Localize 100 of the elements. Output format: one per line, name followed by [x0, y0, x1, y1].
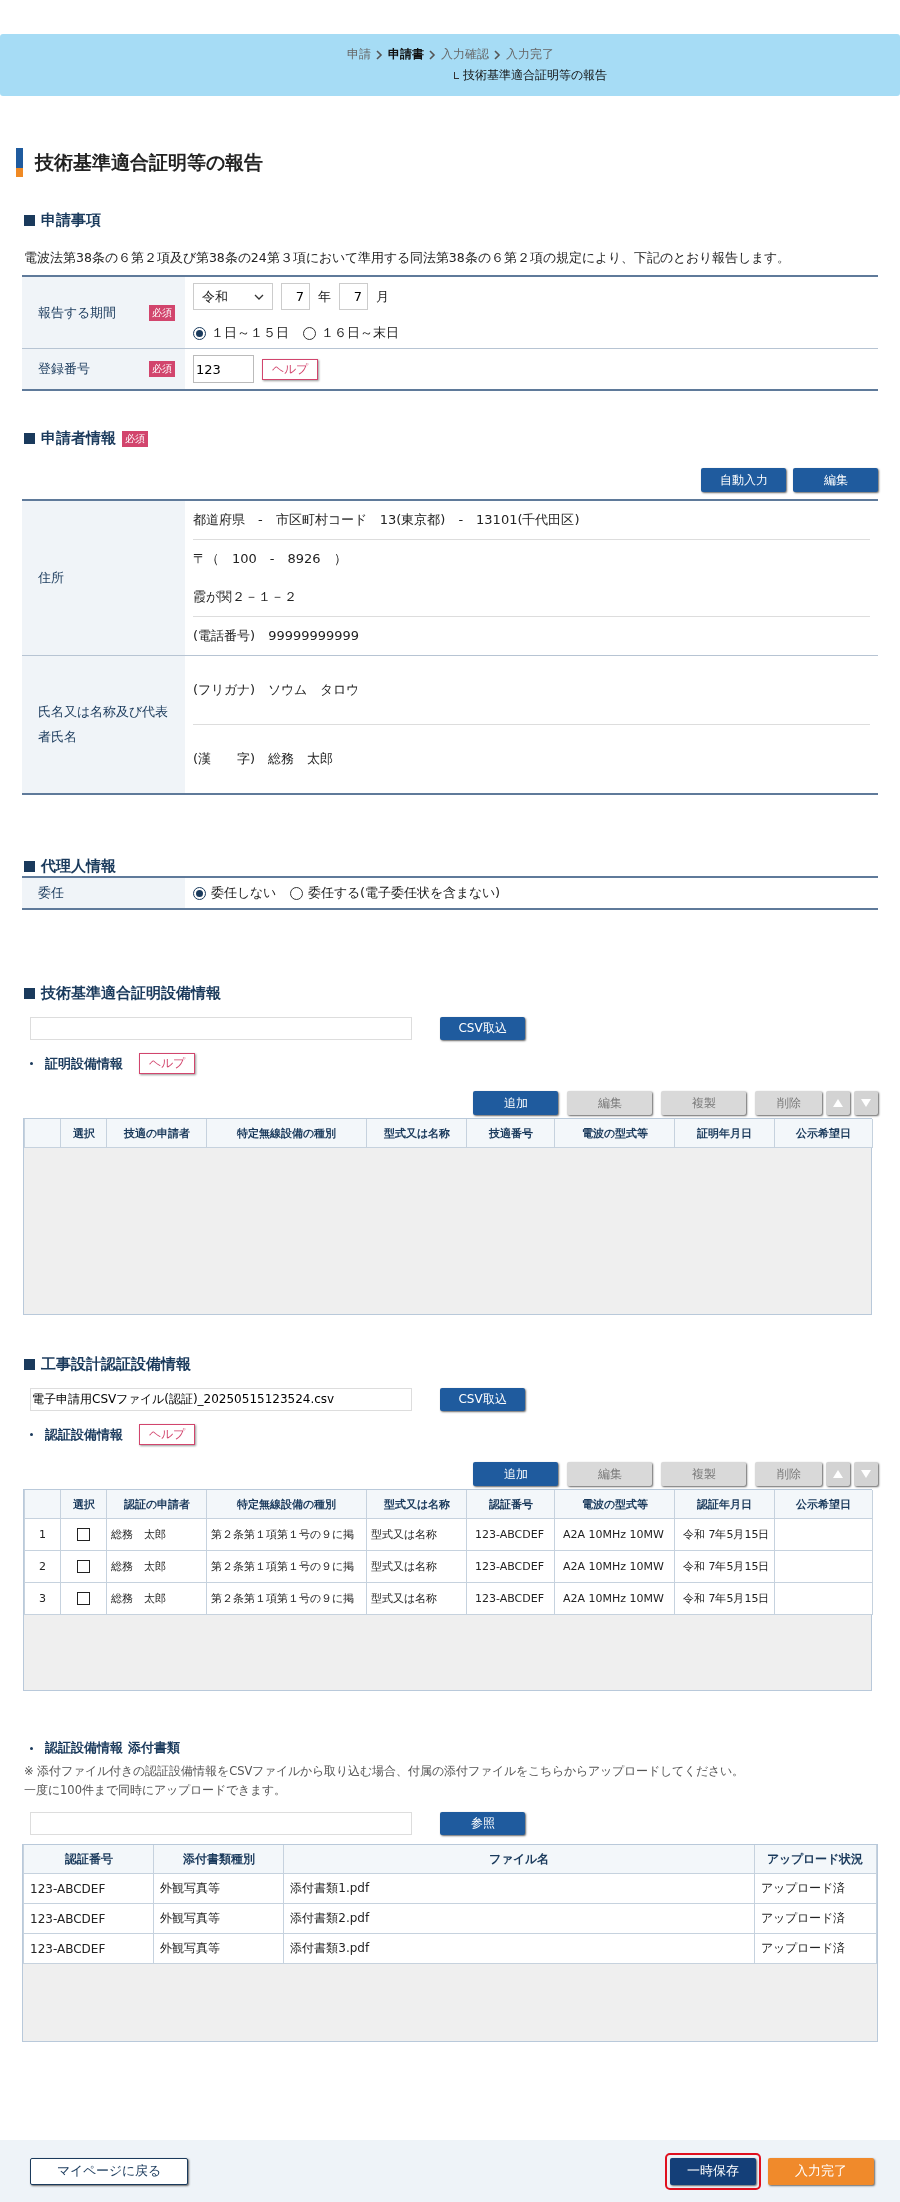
checkbox[interactable] [77, 1592, 90, 1606]
info-text: (電話番号) 99999999999 [193, 627, 361, 645]
table-cell: 123-ABCDEF [466, 1518, 555, 1551]
file-name-field[interactable]: 電子申請用CSVファイル(認証)_20250515123524.csv [30, 1388, 412, 1411]
column-header: 公示希望日 [774, 1119, 873, 1148]
arrow-down-icon [860, 1098, 872, 1108]
table-cell: 第２条第１項第１号の９に掲 [206, 1582, 367, 1615]
column-header: 公示希望日 [774, 1490, 873, 1519]
title-marker-icon [16, 148, 23, 177]
column-header: 認証年月日 [674, 1490, 775, 1519]
era-select[interactable]: 令和 [193, 283, 273, 310]
info-text: (漢 字) 総務 太郎 [193, 750, 335, 768]
info-text: 霞が関２－１－２ [193, 588, 298, 606]
subsection-heading: 証明設備情報 [45, 1054, 123, 1073]
column-header: 技適番号 [466, 1119, 555, 1148]
table-cell: アップロード済 [754, 1933, 877, 1964]
column-header: 選択 [60, 1490, 107, 1519]
section-heading: 技術基準適合証明設備情報 [41, 984, 221, 1003]
chevron-icon [428, 49, 436, 60]
column-header: 型式又は名称 [366, 1119, 467, 1148]
column-header: ファイル名 [283, 1845, 755, 1874]
help-button[interactable]: ヘルプ [139, 1424, 195, 1445]
column-header: 選択 [60, 1119, 107, 1148]
radio-option[interactable]: １日～１５日 [193, 324, 289, 342]
column-header: 認証番号 [23, 1845, 154, 1874]
row-number: 2 [24, 1550, 61, 1583]
table-cell: 外観写真等 [153, 1873, 284, 1904]
caret-icon [254, 293, 264, 300]
month-field[interactable]: 7 [339, 283, 368, 310]
section-heading: 代理人情報 [41, 857, 116, 876]
help-button[interactable]: ヘルプ [262, 358, 318, 380]
table-cell: 添付書類3.pdf [283, 1933, 755, 1964]
square-icon [24, 988, 35, 999]
checkbox[interactable] [77, 1560, 90, 1574]
action-button[interactable]: 編集 [793, 468, 878, 492]
required-badge: 必須 [122, 430, 148, 447]
square-icon [24, 861, 35, 872]
help-button[interactable]: ヘルプ [139, 1053, 195, 1074]
checkbox[interactable] [77, 1528, 90, 1542]
field-label: 氏名又は名称及び代表者氏名 [38, 702, 169, 746]
section-heading: 申請者情報 [41, 429, 116, 448]
table-cell: 第２条第１項第１号の９に掲 [206, 1550, 367, 1583]
action-button[interactable]: 自動入力 [701, 468, 786, 492]
note-text: 一度に100件まで同時にアップロードできます。 [24, 1783, 287, 1798]
chevron-icon [493, 49, 501, 60]
year-field[interactable]: 7 [281, 283, 310, 310]
csv-import-button[interactable]: CSV取込 [440, 1017, 525, 1040]
column-header: 特定無線設備の種別 [206, 1490, 367, 1519]
file-field[interactable] [30, 1812, 412, 1835]
field-label: 登録番号 [38, 360, 90, 378]
table-cell: 総務 太郎 [106, 1582, 207, 1615]
column-header: 電波の型式等 [554, 1490, 675, 1519]
radio-option[interactable]: 委任する(電子委任状を含まない) [290, 884, 501, 902]
file-name-field[interactable] [30, 1017, 412, 1040]
radio-option[interactable]: 委任しない [193, 884, 276, 902]
subsection-heading: 認証設備情報 [45, 1425, 123, 1444]
table-cell: 外観写真等 [153, 1903, 284, 1934]
table-cell: 123-ABCDEF [23, 1903, 154, 1934]
square-icon [24, 215, 35, 226]
column-header: 特定無線設備の種別 [206, 1119, 367, 1148]
registration-number-field[interactable]: 123 [193, 355, 254, 383]
browse-button[interactable]: 参照 [440, 1812, 525, 1835]
toolbar-button[interactable]: 追加 [473, 1462, 558, 1486]
table-cell: A2A 10MHz 10MW [554, 1550, 675, 1583]
table-cell: 添付書類2.pdf [283, 1903, 755, 1934]
arrow-up-icon [832, 1469, 844, 1479]
table-cell: 型式又は名称 [366, 1582, 467, 1615]
unit-label: 年 [318, 287, 331, 306]
column-header: 技適の申請者 [106, 1119, 207, 1148]
back-button[interactable]: マイページに戻る [30, 2157, 188, 2185]
table-cell: A2A 10MHz 10MW [554, 1518, 675, 1551]
info-text: 都道府県 - 市区町村コード 13(東京都) - 13101(千代田区) [193, 511, 581, 529]
info-text: (フリガナ) ソウム タロウ [193, 681, 361, 699]
page-title: 技術基準適合証明等の報告 [35, 149, 263, 175]
column-header: アップロード状況 [754, 1845, 877, 1874]
corner-icon [453, 72, 459, 79]
table-cell: 総務 太郎 [106, 1550, 207, 1583]
bullet-icon [30, 1062, 33, 1065]
column-header: 添付書類種別 [153, 1845, 284, 1874]
bullet-icon [30, 1746, 33, 1750]
description-text: 電波法第38条の６第２項及び第38条の24第３項において準用する同法第38条の６第２項の規定により、下記のとおり報告します。 [24, 250, 791, 267]
footer-button[interactable]: 一時保存 [670, 2157, 756, 2185]
column-header: 認証の申請者 [106, 1490, 207, 1519]
field-label: 住所 [38, 568, 64, 587]
csv-import-button[interactable]: CSV取込 [440, 1388, 525, 1411]
required-badge: 必須 [149, 361, 175, 377]
table-cell: アップロード済 [754, 1903, 877, 1934]
arrow-up-icon [832, 1098, 844, 1108]
column-header: 証明年月日 [674, 1119, 775, 1148]
table-cell: 総務 太郎 [106, 1518, 207, 1551]
breadcrumb-step: 入力完了 [505, 46, 554, 63]
section-heading: 工事設計認証設備情報 [41, 1355, 191, 1374]
table-cell: A2A 10MHz 10MW [554, 1582, 675, 1615]
table-cell: 123-ABCDEF [466, 1550, 555, 1583]
table-cell: 第２条第１項第１号の９に掲 [206, 1518, 367, 1551]
breadcrumb-step: 入力確認 [440, 46, 489, 63]
row-number: 1 [24, 1518, 61, 1551]
radio-option[interactable]: １６日～末日 [303, 324, 399, 342]
breadcrumb-step: 申請 [346, 46, 371, 63]
toolbar-button[interactable]: 追加 [473, 1091, 558, 1115]
